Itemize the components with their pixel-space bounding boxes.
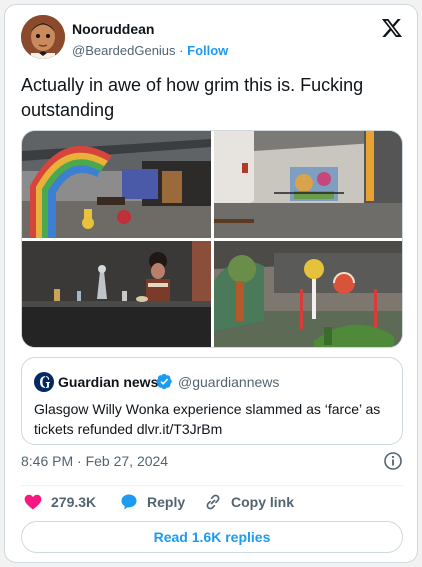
tweet-card: Nooruddean @BeardedGenius · Follow Actua…: [4, 4, 418, 563]
author-name[interactable]: Nooruddean: [72, 21, 154, 37]
reply-label: Reply: [147, 494, 186, 510]
quote-source-name[interactable]: Guardian news: [58, 374, 158, 390]
guardian-logo-icon: [34, 372, 54, 392]
media-image-lab-table-performer[interactable]: [22, 241, 211, 348]
x-logo-icon[interactable]: [381, 17, 403, 39]
quoted-tweet[interactable]: Guardian news @guardiannews Glasgow Will…: [21, 357, 403, 445]
read-replies-button[interactable]: Read 1.6K replies: [21, 521, 403, 553]
like-count: 279.3K: [51, 494, 97, 510]
media-image-backdrop-warehouse-room[interactable]: [214, 131, 403, 238]
like-button[interactable]: 279.3K: [23, 491, 96, 513]
info-icon[interactable]: [383, 451, 403, 471]
separator-dot: ·: [179, 43, 184, 58]
author-avatar[interactable]: [21, 15, 65, 59]
reply-bubble-icon: [121, 494, 137, 510]
quote-text: Glasgow Willy Wonka experience slammed a…: [34, 401, 381, 437]
media-image-candy-props-scene[interactable]: [214, 241, 403, 348]
media-grid: [21, 130, 403, 348]
tweet-text: Actually in awe of how grim this is. Fuc…: [21, 75, 364, 120]
author-handle-row: @BeardedGenius · Follow: [72, 43, 228, 58]
verified-badge-icon: [156, 373, 173, 390]
follow-button[interactable]: Follow: [187, 43, 228, 58]
quote-source-handle[interactable]: @guardiannews: [178, 374, 279, 390]
heart-icon: [24, 494, 42, 510]
author-handle[interactable]: @BeardedGenius: [72, 43, 176, 58]
link-icon: [206, 494, 220, 510]
divider: [21, 485, 403, 486]
tweet-timestamp[interactable]: 8:46 PM · Feb 27, 2024: [21, 453, 168, 469]
reply-button[interactable]: Reply: [119, 491, 185, 513]
copy-link-button[interactable]: Copy link: [203, 491, 294, 513]
media-image-rainbow-arch-warehouse[interactable]: [22, 131, 211, 238]
copy-link-label: Copy link: [231, 494, 295, 510]
